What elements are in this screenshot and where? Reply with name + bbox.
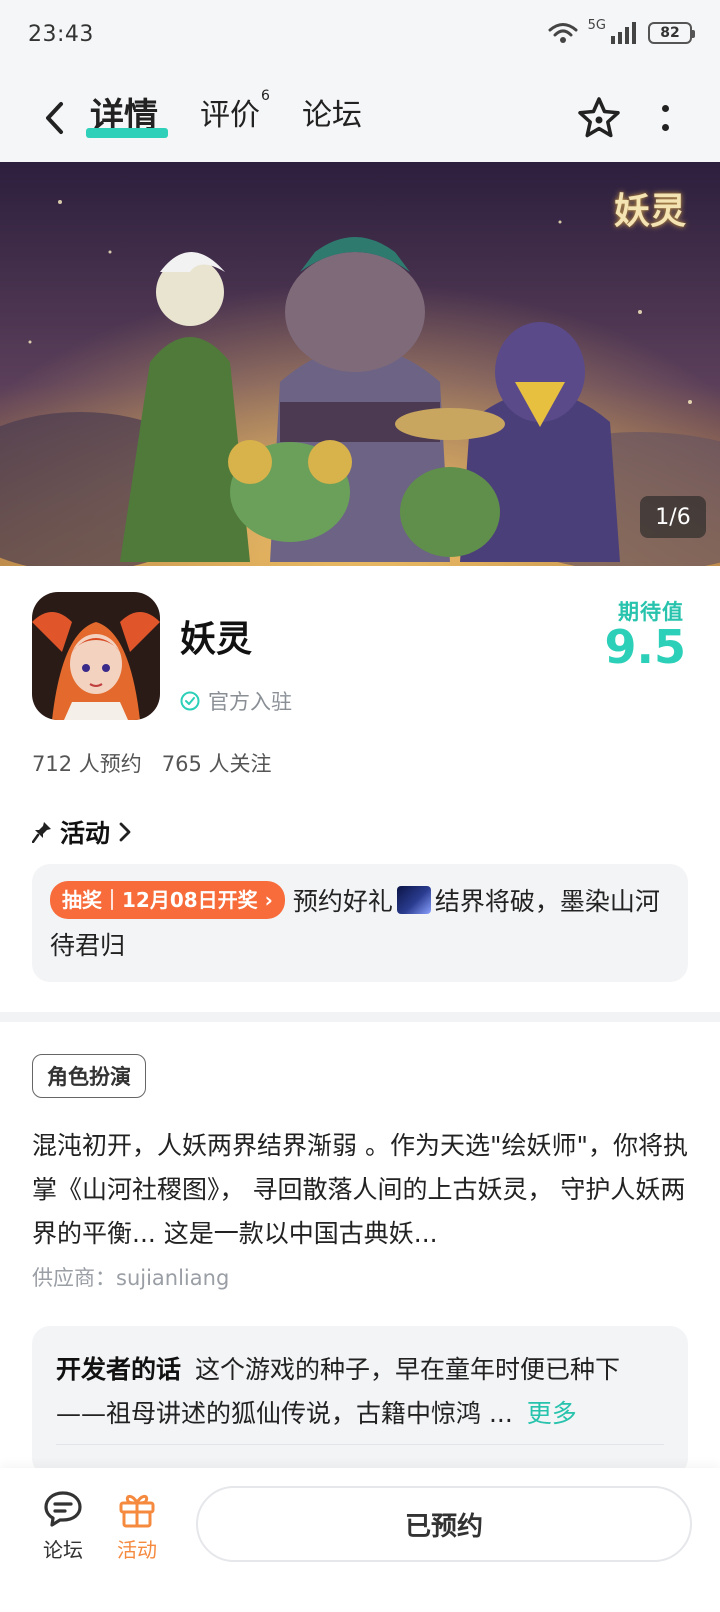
back-button[interactable]	[34, 96, 74, 140]
reservation-count: 712 人预约	[32, 752, 142, 776]
status-bar: 23:43 5G 82	[0, 0, 720, 76]
developer-notes-card[interactable]: 开发者的话 这个游戏的种子，早在童年时便已种下——祖母讲述的狐仙传说，古籍中惊鸿 …	[32, 1326, 688, 1476]
official-label: 官方入驻	[208, 690, 292, 714]
forum-chat-icon	[44, 1491, 82, 1527]
signal-icon	[611, 22, 636, 44]
activity-card[interactable]: 抽奖｜12月08日开奖 › 预约好礼 结界将破，墨染山河待君归	[32, 864, 688, 982]
tab-forum[interactable]: 论坛	[302, 90, 362, 134]
chevron-left-icon	[46, 102, 63, 134]
tab-reviews-count: 6	[261, 88, 270, 104]
bottom-tab-forum[interactable]: 论坛	[28, 1490, 98, 1563]
game-title: 妖灵	[180, 619, 253, 660]
tab-reviews-label: 评价	[200, 98, 260, 133]
developer-card-divider	[56, 1444, 664, 1445]
screenshot-carousel[interactable]: 妖灵 1/6	[0, 162, 720, 566]
carousel-counter: 1/6	[640, 496, 706, 538]
lottery-tag[interactable]: 抽奖｜12月08日开奖 ›	[50, 881, 285, 919]
network-label: 5G	[587, 17, 606, 33]
check-circle-icon	[180, 691, 200, 711]
active-tab-indicator	[86, 128, 168, 138]
star-icon	[578, 97, 620, 138]
status-icons: 5G 82	[548, 18, 695, 44]
game-app-icon-art	[32, 592, 160, 720]
bottom-tab-activity[interactable]: 活动	[102, 1490, 172, 1563]
developer-notes-title: 开发者的话	[56, 1355, 182, 1384]
expectation-score: 9.5	[604, 620, 687, 674]
pin-icon	[32, 822, 51, 843]
bottom-action-bar: 论坛 活动 已预约	[0, 1468, 720, 1612]
more-options-button[interactable]	[650, 96, 680, 140]
wifi-icon	[548, 23, 578, 43]
activity-section-header[interactable]: 活动	[32, 814, 132, 850]
chevron-right-icon	[119, 822, 131, 842]
activity-text-start: 预约好礼	[292, 887, 393, 916]
official-badge: 官方入驻	[180, 686, 292, 716]
battery-level: 82	[660, 25, 680, 41]
banner-game-logo: 妖灵	[613, 190, 686, 232]
genre-tag[interactable]: 角色扮演	[32, 1054, 146, 1098]
bottom-tab-activity-label: 活动	[117, 1538, 157, 1562]
reserved-button[interactable]: 已预约	[196, 1486, 692, 1562]
tab-reviews[interactable]: 评价6	[200, 88, 270, 134]
gift-icon	[119, 1494, 155, 1528]
activity-heading: 活动	[60, 819, 111, 848]
dot-icon	[661, 124, 669, 131]
top-nav-bar: 详情 评价6 论坛	[0, 76, 720, 162]
dot-icon	[661, 105, 669, 112]
game-description[interactable]: 混沌初开，人妖两界结界渐弱 。作为天选"绘妖师"，你将执掌《山河社稷图》， 寻回…	[32, 1124, 690, 1256]
galaxy-image-icon	[396, 886, 431, 914]
section-divider	[0, 1012, 720, 1022]
more-link[interactable]: 更多	[527, 1399, 577, 1428]
bottom-tab-forum-label: 论坛	[43, 1538, 83, 1562]
follower-count: 765 人关注	[161, 752, 272, 776]
lottery-tag-label: 抽奖｜12月08日开奖	[62, 888, 258, 912]
game-key-art	[0, 162, 720, 566]
battery-icon: 82	[648, 22, 695, 44]
game-stats: 712 人预约 765 人关注	[32, 748, 272, 778]
supplier-info: 供应商：sujianliang	[32, 1266, 230, 1290]
favorite-button[interactable]	[575, 94, 623, 142]
status-time: 23:43	[28, 22, 94, 47]
game-app-icon[interactable]	[32, 592, 160, 720]
